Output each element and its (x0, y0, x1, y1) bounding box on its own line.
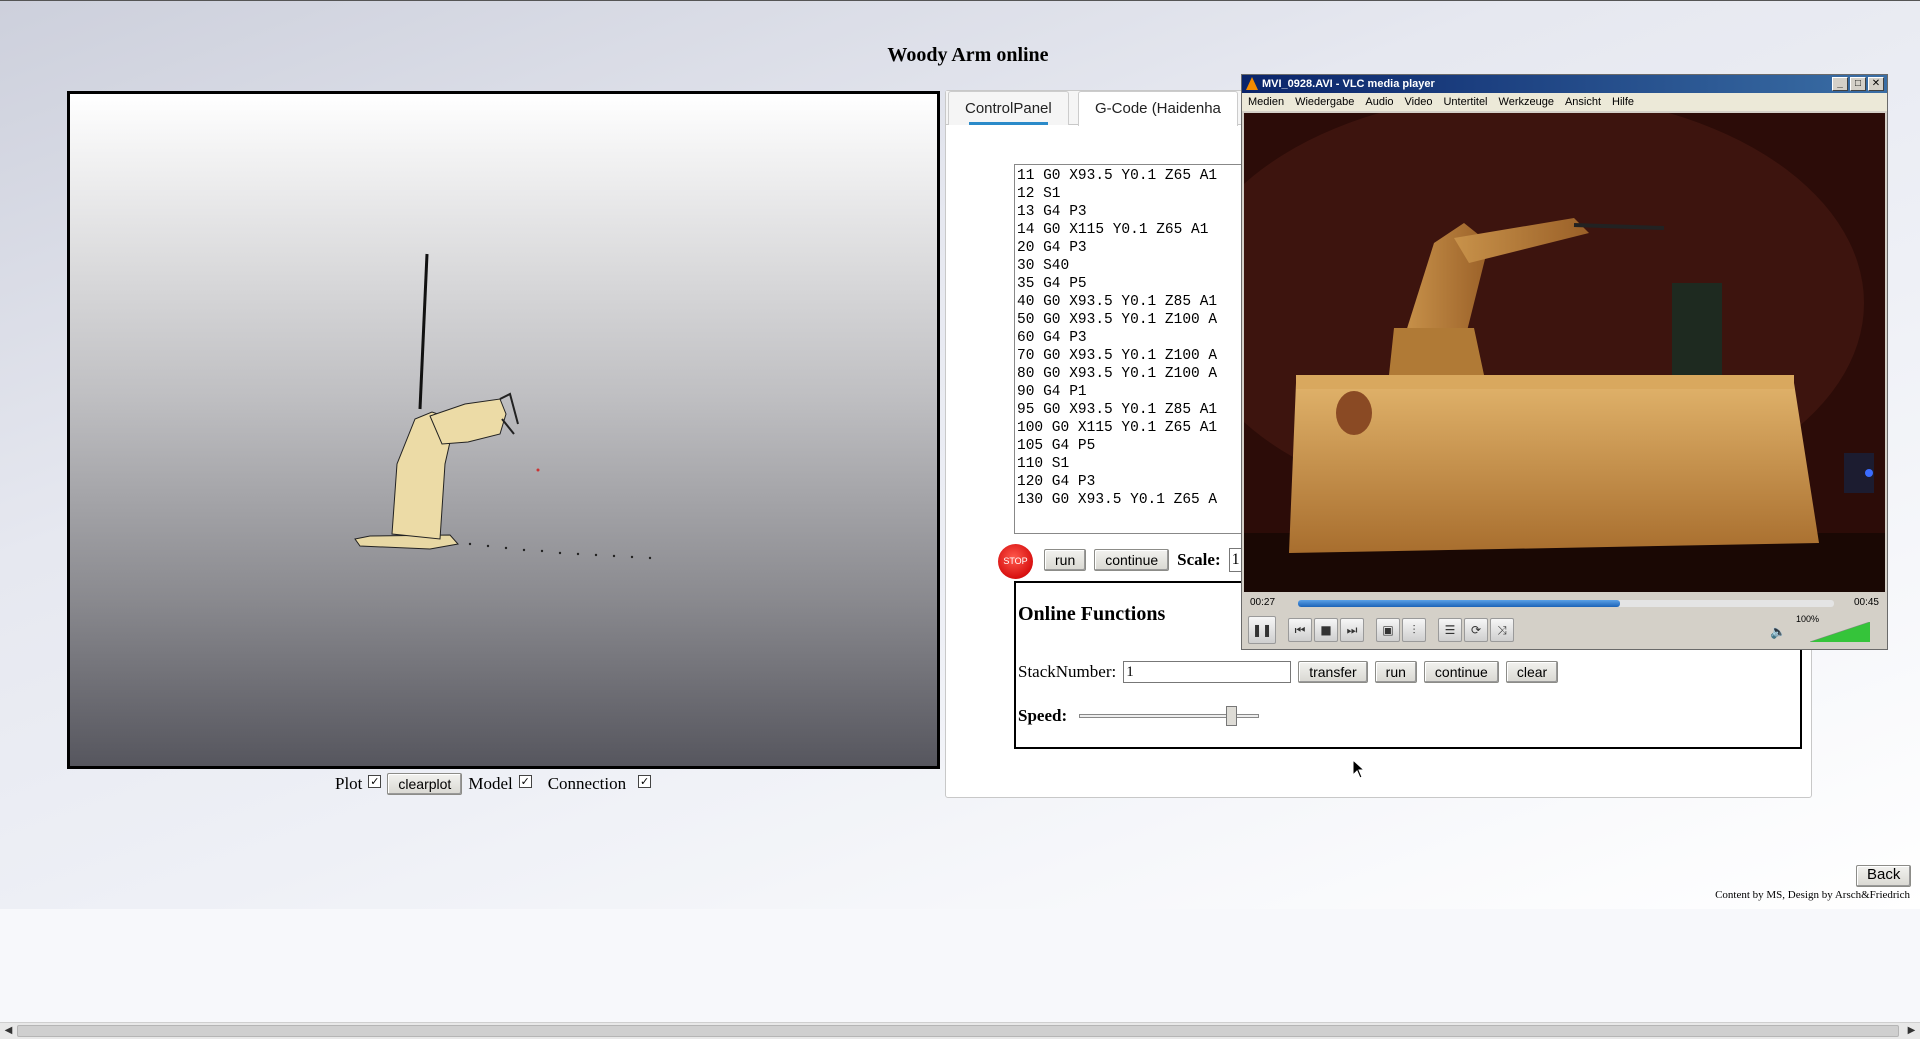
target-marker (536, 468, 540, 472)
vlc-menu-item[interactable]: Audio (1365, 93, 1393, 111)
maximize-icon[interactable]: □ (1850, 77, 1866, 91)
gcode-line: 100 G0 X115 Y0.1 Z65 A1 (1017, 420, 1218, 436)
gcode-line: 130 G0 X93.5 Y0.1 Z65 A (1017, 492, 1218, 508)
vlc-menu-item[interactable]: Medien (1248, 93, 1284, 111)
speed-row: Speed: (1018, 706, 1260, 726)
gcode-line: 35 G4 P5 (1017, 276, 1087, 292)
stop-icon[interactable]: ■ (1314, 618, 1338, 642)
online-functions-title: Online Functions (1018, 603, 1166, 625)
plot-label: Plot (335, 774, 363, 793)
gcode-line: 12 S1 (1017, 186, 1061, 202)
fullscreen-icon[interactable]: ▣ (1376, 618, 1400, 642)
gcode-line: 13 G4 P3 (1017, 204, 1087, 220)
time-elapsed: 00:27 (1250, 597, 1276, 608)
arm-upper-segment (429, 398, 507, 445)
speed-slider[interactable] (1079, 706, 1260, 726)
speaker-icon[interactable]: 🔈 (1770, 624, 1786, 640)
scale-label: Scale: (1177, 550, 1221, 569)
stop-button[interactable]: STOP (998, 544, 1033, 579)
plot-trajectory (468, 542, 652, 560)
arm-model-render (354, 253, 652, 560)
gcode-line: 30 S40 (1017, 258, 1070, 274)
gcode-line: 11 G0 X93.5 Y0.1 Z65 A1 (1017, 168, 1218, 184)
volume-percent: 100% (1796, 614, 1820, 624)
gcode-line: 80 G0 X93.5 Y0.1 Z100 A (1017, 366, 1218, 382)
arm-3d-view[interactable] (67, 91, 940, 769)
pause-icon[interactable]: ❚❚ (1248, 616, 1276, 644)
previous-icon[interactable]: ⏮ (1288, 618, 1312, 642)
gcode-line: 60 G4 P3 (1017, 330, 1087, 346)
gcode-line: 105 G4 P5 (1017, 438, 1096, 454)
scroll-right-icon[interactable]: ▶ (1903, 1023, 1920, 1039)
vlc-title: MVI_0928.AVI - VLC media player (1262, 78, 1435, 90)
close-icon[interactable]: ✕ (1868, 77, 1884, 91)
speed-label: Speed: (1018, 706, 1068, 725)
clearplot-button[interactable]: clearplot (387, 773, 463, 795)
model-label: Model (468, 774, 513, 793)
vlc-menubar: Medien Wiedergabe Audio Video Untertitel Werk… (1242, 93, 1887, 111)
speed-slider-thumb[interactable] (1226, 706, 1238, 726)
tab-control-panel[interactable]: ControlPanel (948, 91, 1069, 125)
gcode-line: 90 G4 P1 (1017, 384, 1087, 400)
loop-icon[interactable]: ⟳ (1464, 618, 1488, 642)
vlc-cone-icon (1246, 77, 1258, 90)
gcode-line: 40 G0 X93.5 Y0.1 Z85 A1 (1017, 294, 1218, 310)
horizontal-scrollbar[interactable]: ◀ ▶ (0, 1022, 1920, 1039)
window-buttons: _ □ ✕ (1832, 77, 1884, 91)
vlc-menu-item[interactable]: Wiedergabe (1295, 93, 1354, 111)
back-button[interactable]: Back (1856, 865, 1912, 887)
shuffle-icon[interactable]: ⤨ (1490, 618, 1514, 642)
vlc-menu-item[interactable]: Werkzeuge (1499, 93, 1554, 111)
scroll-left-icon[interactable]: ◀ (0, 1023, 17, 1039)
connection-checkbox[interactable]: ✓ (638, 774, 652, 788)
vlc-menu-item[interactable]: Hilfe (1612, 93, 1634, 111)
model-checkbox[interactable]: ✓ (518, 774, 532, 788)
vlc-menu-item[interactable]: Video (1405, 93, 1433, 111)
seek-bar[interactable] (1298, 600, 1834, 607)
page-title: Woody Arm online (887, 44, 1049, 66)
view-controls: Plot ✓ clearplot Model ✓ Connection ✓ (335, 772, 652, 796)
gcode-line: 70 G0 X93.5 Y0.1 Z100 A (1017, 348, 1218, 364)
transfer-button[interactable]: transfer (1298, 661, 1368, 683)
vlc-menu-item[interactable]: Untertitel (1443, 93, 1487, 111)
vlc-window[interactable]: MVI_0928.AVI - VLC media player _ □ ✕ Me… (1241, 74, 1888, 650)
video-still (1244, 113, 1885, 592)
gcode-line: 50 G0 X93.5 Y0.1 Z100 A (1017, 312, 1218, 328)
minimize-icon[interactable]: _ (1832, 77, 1848, 91)
online-run-button[interactable]: run (1374, 661, 1417, 683)
arm-base (354, 534, 459, 550)
online-continue-button[interactable]: continue (1423, 661, 1499, 683)
vlc-seekbar-row: 00:27 00:45 (1242, 594, 1887, 612)
gcode-line: 14 G0 X115 Y0.1 Z65 A1 (1017, 222, 1209, 238)
mouse-cursor-icon (1352, 759, 1366, 779)
vlc-controls: ❚❚ ⏮ ■ ⏭ ▣ ⫶ ☰ ⟳ ⤨ 🔈 100% (1242, 614, 1887, 648)
plot-checkbox[interactable]: ✓ (368, 774, 382, 788)
gcode-controls: run continue Scale: 1 (1044, 548, 1253, 572)
tab-gcode[interactable]: G-Code (Haidenha (1078, 91, 1238, 126)
clear-button[interactable]: clear (1505, 661, 1559, 683)
stack-number-label: StackNumber: (1018, 662, 1117, 681)
extended-settings-icon[interactable]: ⫶ (1402, 618, 1426, 642)
gcode-editor[interactable]: 11 G0 X93.5 Y0.1 Z65 A1 12 S1 13 G4 P3 14 G… (1014, 164, 1254, 534)
gcode-line: 95 G0 X93.5 Y0.1 Z85 A1 (1017, 402, 1218, 418)
credits: Content by MS, Design by Arsch&Friedrich (1715, 889, 1910, 901)
connection-label: Connection (547, 774, 627, 793)
gcode-line: 120 G4 P3 (1017, 474, 1096, 490)
playlist-icon[interactable]: ☰ (1438, 618, 1462, 642)
stack-number-input[interactable]: 1 (1123, 661, 1292, 683)
scroll-thumb[interactable] (17, 1025, 1899, 1037)
gcode-continue-button[interactable]: continue (1094, 549, 1170, 571)
vlc-video-frame[interactable] (1244, 113, 1885, 592)
axis-line (418, 253, 429, 410)
gcode-line: 110 S1 (1017, 456, 1070, 472)
next-icon[interactable]: ⏭ (1340, 618, 1364, 642)
stack-row: StackNumber: 1 transfer run continue cle… (1018, 661, 1559, 683)
gcode-run-button[interactable]: run (1044, 549, 1087, 571)
seek-bar-progress (1298, 600, 1620, 607)
time-total: 00:45 (1853, 597, 1879, 608)
volume-slider[interactable] (1810, 622, 1870, 642)
gcode-line: 20 G4 P3 (1017, 240, 1087, 256)
vlc-titlebar[interactable]: MVI_0928.AVI - VLC media player _ □ ✕ (1242, 75, 1887, 93)
vlc-menu-item[interactable]: Ansicht (1565, 93, 1601, 111)
